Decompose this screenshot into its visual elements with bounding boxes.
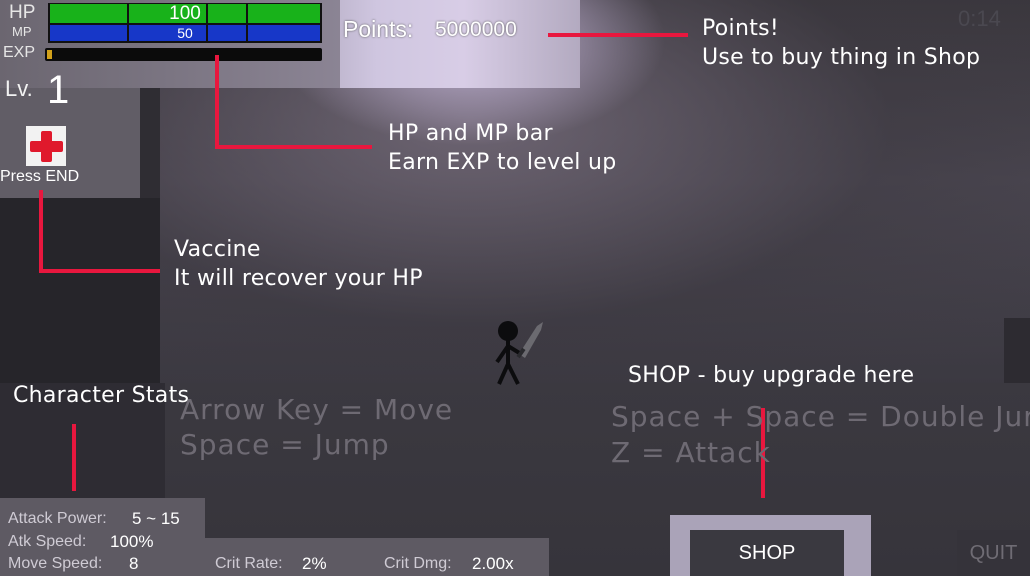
stat-attack-power-value: 5 ~ 15 <box>132 509 180 528</box>
vaccine-note-body: It will recover your HP <box>174 266 423 291</box>
exp-bar-fill <box>47 50 52 59</box>
stat-crit-dmg-label: Crit Dmg: <box>384 555 452 572</box>
tutorial-jump: Space = Jump <box>180 428 390 461</box>
level-value: 1 <box>47 68 70 112</box>
stat-move-speed-label: Move Speed: <box>8 555 103 572</box>
stat-crit-dmg-value: 2.00x <box>472 554 514 573</box>
points-value: 5000000 <box>435 18 517 41</box>
vaccine-note-title: Vaccine <box>174 237 261 262</box>
stat-crit-rate-value: 2% <box>302 554 327 573</box>
shop-note: SHOP - buy upgrade here <box>628 363 915 388</box>
tutorial-double-jump: Space + Space = Double Jur <box>611 400 1030 433</box>
points-pointer-line <box>548 33 688 37</box>
wall-block <box>140 88 160 198</box>
stat-atk-speed-value: 100% <box>110 532 154 551</box>
exp-label: EXP <box>3 44 36 61</box>
points-note-title: Points! <box>702 16 780 41</box>
bars-note-body: Earn EXP to level up <box>388 150 617 175</box>
stat-attack-power-label: Attack Power: <box>8 510 107 527</box>
hp-label: HP <box>9 2 36 23</box>
level-label: Lv. <box>5 76 33 101</box>
game-scene <box>0 0 1030 576</box>
quit-button[interactable]: QUIT <box>957 530 1030 576</box>
points-label: Points: <box>343 16 414 42</box>
bars-pointer-line-horizontal <box>215 145 372 149</box>
tutorial-move: Arrow Key = Move <box>180 393 454 426</box>
tutorial-attack: Z = Attack <box>611 436 771 469</box>
mp-label: MP <box>12 24 32 39</box>
vaccine-hint: Press END <box>0 168 80 185</box>
mp-value: 50 <box>177 25 193 41</box>
game-timer: 0:14 <box>958 6 1001 31</box>
hp-value: 100 <box>169 3 201 24</box>
stats-pointer-line <box>72 424 76 491</box>
points-note-body: Use to buy thing in Shop <box>702 45 981 70</box>
exp-bar <box>45 48 322 61</box>
stat-crit-rate-label: Crit Rate: <box>215 555 283 572</box>
stat-atk-speed-label: Atk Speed: <box>8 533 87 550</box>
stats-note: Character Stats <box>13 383 190 408</box>
player-stickman-icon <box>495 321 543 385</box>
bars-note-title: HP and MP bar <box>388 121 553 146</box>
vaccine-pointer-line-vertical <box>39 190 43 272</box>
bars-pointer-line-vertical <box>215 55 219 148</box>
stat-move-speed-value: 8 <box>129 554 139 573</box>
left-wall <box>0 198 160 408</box>
shop-button[interactable]: SHOP <box>690 530 844 576</box>
red-cross-icon-bar <box>30 141 63 152</box>
vaccine-pointer-line-horizontal <box>39 269 160 273</box>
